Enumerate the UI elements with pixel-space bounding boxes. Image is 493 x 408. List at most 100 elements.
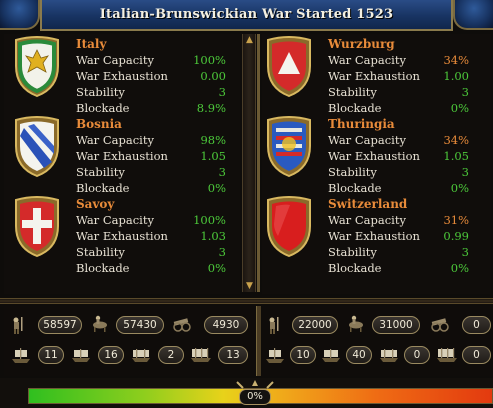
war-exhaustion-label: War Exhaustion xyxy=(328,149,420,163)
blockade-value: 0% xyxy=(450,181,469,195)
blockade-value: 0% xyxy=(207,261,226,275)
big-ship-icon xyxy=(266,348,284,363)
war-capacity-label: War Capacity xyxy=(76,53,154,67)
war-capacity-label: War Capacity xyxy=(328,133,406,147)
war-capacity-value: 100% xyxy=(193,53,226,67)
war-exhaustion-value: 1.03 xyxy=(200,229,226,243)
switzerland-shield-icon xyxy=(267,196,311,258)
defender-transports-count: 0 xyxy=(404,346,430,364)
infantry-icon xyxy=(13,317,23,334)
country-entry-wurzburg[interactable]: Wurzburg War Capacity 34% War Exhaustion 1… xyxy=(262,34,491,115)
defender-galleys-count: 40 xyxy=(346,346,372,364)
defender-light-ships-count: 0 xyxy=(462,346,491,364)
war-exhaustion-label: War Exhaustion xyxy=(328,229,420,243)
italy-shield-icon xyxy=(15,36,59,98)
scroll-up-arrow-icon[interactable]: ▲ xyxy=(244,35,255,45)
light-ship-icon xyxy=(191,348,211,362)
war-capacity-value: 100% xyxy=(193,213,226,227)
stability-label: Stability xyxy=(328,245,377,259)
country-name: Wurzburg xyxy=(328,37,395,51)
light-ship-icon xyxy=(437,348,457,362)
thuringia-shield-icon xyxy=(267,116,311,178)
country-entry-switzerland[interactable]: Switzerland War Capacity 31% War Exhausti… xyxy=(262,194,491,275)
country-name: Thuringia xyxy=(328,117,395,131)
defenders-panel: Wurzburg War Capacity 34% War Exhaustion 1… xyxy=(262,34,491,294)
column-divider xyxy=(257,34,260,292)
cavalry-icon xyxy=(93,315,107,332)
attacker-galleys-count: 16 xyxy=(98,346,124,364)
blockade-value: 0% xyxy=(207,181,226,195)
blockade-value: 0% xyxy=(450,261,469,275)
war-overview-window: Italian-Brunswickian War Started 1523 It… xyxy=(0,0,493,408)
war-exhaustion-label: War Exhaustion xyxy=(76,149,168,163)
war-exhaustion-label: War Exhaustion xyxy=(76,69,168,83)
war-capacity-value: 31% xyxy=(443,213,469,227)
blockade-value: 0% xyxy=(450,101,469,115)
country-name: Bosnia xyxy=(76,117,122,131)
war-exhaustion-value: 0.00 xyxy=(200,69,226,83)
war-capacity-value: 34% xyxy=(443,133,469,147)
blockade-value: 8.9% xyxy=(196,101,226,115)
stability-value: 3 xyxy=(461,85,469,99)
stability-value: 3 xyxy=(461,245,469,259)
stability-value: 3 xyxy=(218,85,226,99)
blockade-label: Blockade xyxy=(328,181,382,195)
artillery-icon xyxy=(431,318,449,332)
war-exhaustion-value: 1.05 xyxy=(443,149,469,163)
blockade-label: Blockade xyxy=(76,261,130,275)
blockade-label: Blockade xyxy=(76,101,130,115)
savoy-shield-icon xyxy=(15,196,59,258)
stability-value: 3 xyxy=(218,245,226,259)
defender-big-ships-count: 10 xyxy=(290,346,316,364)
war-capacity-value: 34% xyxy=(443,53,469,67)
title-bar: Italian-Brunswickian War Started 1523 xyxy=(40,0,453,31)
stability-label: Stability xyxy=(76,245,125,259)
forces-separator xyxy=(0,298,493,304)
war-exhaustion-value: 0.99 xyxy=(443,229,469,243)
forces-divider xyxy=(256,306,261,376)
war-exhaustion-value: 1.00 xyxy=(443,69,469,83)
stability-value: 3 xyxy=(461,165,469,179)
stability-value: 3 xyxy=(218,165,226,179)
war-score-area: 0% xyxy=(0,378,493,408)
country-entry-italy[interactable]: Italy War Capacity 100% War Exhaustion 0.0… xyxy=(4,34,240,115)
war-capacity-label: War Capacity xyxy=(76,133,154,147)
bosnia-shield-icon xyxy=(15,116,59,178)
country-entry-savoy[interactable]: Savoy War Capacity 100% War Exhaustion 1.0… xyxy=(4,194,240,275)
attacker-infantry-count: 58597 xyxy=(38,316,82,334)
frame-ornament-right xyxy=(453,0,493,30)
country-name: Italy xyxy=(76,37,107,51)
war-capacity-value: 98% xyxy=(200,133,226,147)
attacker-big-ships-count: 11 xyxy=(38,346,64,364)
attacker-artillery-count: 4930 xyxy=(204,316,248,334)
transport-ship-icon xyxy=(132,349,150,362)
country-entry-bosnia[interactable]: Bosnia War Capacity 98% War Exhaustion 1.0… xyxy=(4,114,240,195)
stability-label: Stability xyxy=(76,165,125,179)
galley-icon xyxy=(322,349,340,362)
scroll-down-arrow-icon[interactable]: ▼ xyxy=(244,281,255,291)
country-name: Savoy xyxy=(76,197,115,211)
stability-label: Stability xyxy=(76,85,125,99)
stability-label: Stability xyxy=(328,165,377,179)
big-ship-icon xyxy=(12,348,30,363)
blockade-label: Blockade xyxy=(328,101,382,115)
war-capacity-label: War Capacity xyxy=(328,213,406,227)
defender-artillery-count: 0 xyxy=(462,316,491,334)
attackers-panel: Italy War Capacity 100% War Exhaustion 0.0… xyxy=(4,34,240,294)
defender-forces-panel: 22000 31000 0 10 40 0 0 xyxy=(262,306,493,376)
wurzburg-shield-icon xyxy=(267,36,311,98)
attacker-cavalry-count: 57430 xyxy=(116,316,164,334)
war-score-value: 0% xyxy=(239,389,271,405)
frame-ornament-left xyxy=(0,0,40,30)
attackers-scrollbar[interactable]: ▲ ▼ xyxy=(242,34,256,292)
war-capacity-label: War Capacity xyxy=(76,213,154,227)
war-exhaustion-value: 1.05 xyxy=(200,149,226,163)
blockade-label: Blockade xyxy=(328,261,382,275)
war-exhaustion-label: War Exhaustion xyxy=(76,229,168,243)
war-capacity-label: War Capacity xyxy=(328,53,406,67)
defender-cavalry-count: 31000 xyxy=(372,316,420,334)
transport-ship-icon xyxy=(380,349,398,362)
stability-label: Stability xyxy=(328,85,377,99)
country-entry-thuringia[interactable]: Thuringia War Capacity 34% War Exhaustion… xyxy=(262,114,491,195)
artillery-icon xyxy=(173,318,191,332)
